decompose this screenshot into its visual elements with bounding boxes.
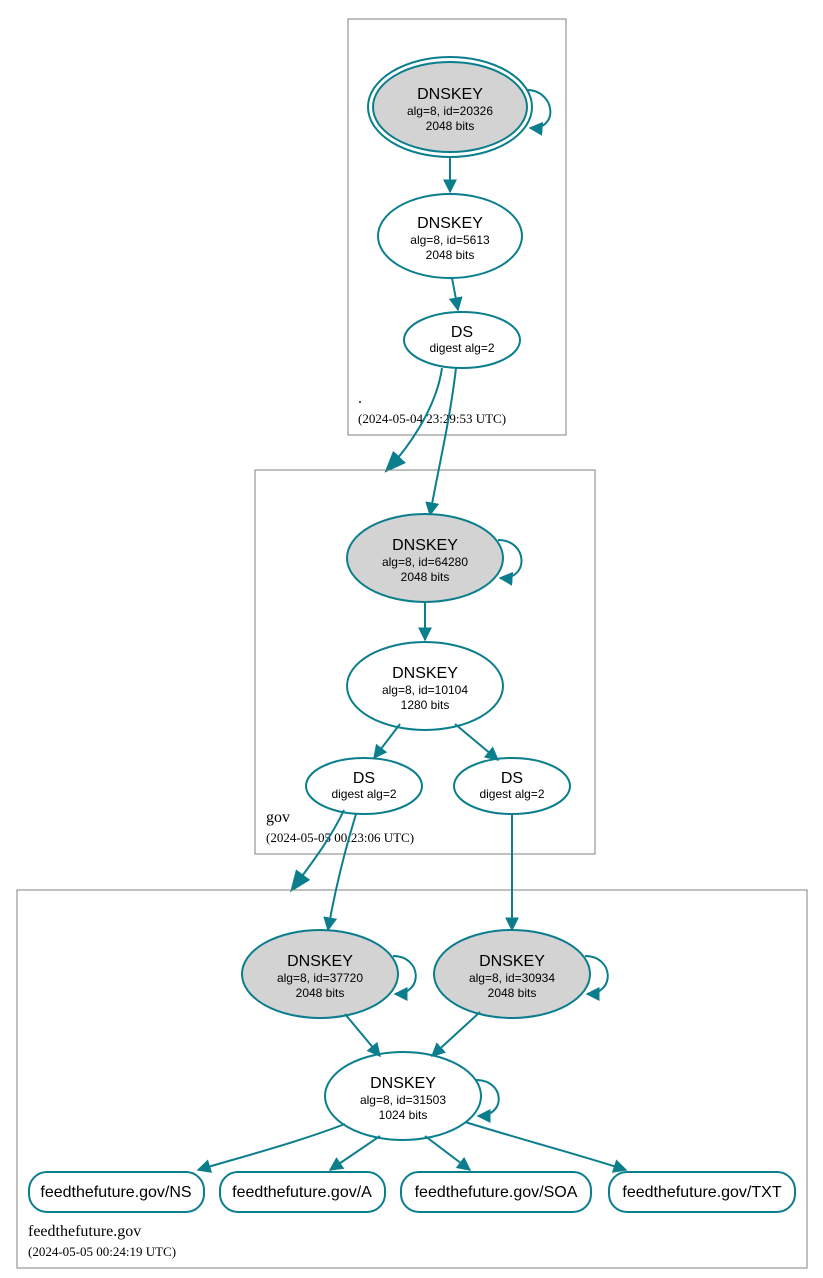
node-gov-zsk: DNSKEY alg=8, id=10104 1280 bits [347,642,503,730]
svg-text:alg=8, id=10104: alg=8, id=10104 [382,683,468,697]
node-gov-ds1: DS digest alg=2 [306,758,422,814]
svg-text:alg=8, id=31503: alg=8, id=31503 [360,1093,446,1107]
svg-text:DNSKEY: DNSKEY [287,953,353,970]
svg-text:DS: DS [501,770,523,787]
edge-root-zsk-ds [452,278,458,310]
edge-zsk-txt [465,1122,626,1170]
rr-a: feedthefuture.gov/A [220,1172,385,1212]
svg-text:alg=8, id=64280: alg=8, id=64280 [382,555,468,569]
svg-text:DS: DS [353,770,375,787]
svg-text:digest alg=2: digest alg=2 [479,787,544,801]
edge-gov-to-ftf [294,810,344,887]
svg-text:feedthefuture.gov/NS: feedthefuture.gov/NS [40,1184,191,1201]
svg-text:digest alg=2: digest alg=2 [429,341,494,355]
zone-ftf-time: (2024-05-05 00:24:19 UTC) [28,1244,176,1259]
svg-text:DS: DS [451,324,473,341]
svg-text:DNSKEY: DNSKEY [417,86,483,103]
svg-text:alg=8, id=30934: alg=8, id=30934 [469,971,555,985]
svg-text:2048 bits: 2048 bits [426,119,475,133]
edge-zsk-a [330,1136,380,1170]
node-ftf-zsk: DNSKEY alg=8, id=31503 1024 bits [325,1052,499,1140]
svg-text:2048 bits: 2048 bits [296,986,345,1000]
svg-text:2048 bits: 2048 bits [401,570,450,584]
edge-ftfksk2-zsk [432,1012,480,1056]
zone-gov-name: gov [266,809,290,826]
svg-text:feedthefuture.gov/TXT: feedthefuture.gov/TXT [622,1184,781,1201]
zone-root-time: (2024-05-04 23:29:53 UTC) [358,411,506,426]
dnssec-diagram: . (2024-05-04 23:29:53 UTC) DNSKEY alg=8… [0,0,823,1278]
svg-text:2048 bits: 2048 bits [488,986,537,1000]
edge-zsk-ns [198,1124,345,1170]
svg-text:DNSKEY: DNSKEY [392,537,458,554]
rr-soa: feedthefuture.gov/SOA [401,1172,591,1212]
edge-ftfksk1-zsk [345,1014,380,1056]
node-gov-ksk: DNSKEY alg=8, id=64280 2048 bits [347,514,522,602]
edge-govzsk-ds2 [455,724,498,760]
node-ftf-ksk2: DNSKEY alg=8, id=30934 2048 bits [434,930,608,1018]
svg-text:2048 bits: 2048 bits [426,248,475,262]
node-root-ds: DS digest alg=2 [404,312,520,368]
svg-text:alg=8, id=20326: alg=8, id=20326 [407,104,493,118]
zone-root-name: . [358,390,362,407]
svg-text:feedthefuture.gov/A: feedthefuture.gov/A [232,1184,372,1201]
node-root-ksk: DNSKEY alg=8, id=20326 2048 bits [368,57,550,157]
node-ftf-ksk1: DNSKEY alg=8, id=37720 2048 bits [242,930,416,1018]
node-gov-ds2: DS digest alg=2 [454,758,570,814]
svg-text:DNSKEY: DNSKEY [417,215,483,232]
edge-zsk-soa [425,1136,470,1170]
svg-text:feedthefuture.gov/SOA: feedthefuture.gov/SOA [415,1184,578,1201]
svg-text:digest alg=2: digest alg=2 [331,787,396,801]
rr-txt: feedthefuture.gov/TXT [609,1172,795,1212]
zone-ftf-name: feedthefuture.gov [28,1223,141,1240]
rr-ns: feedthefuture.gov/NS [29,1172,204,1212]
svg-text:DNSKEY: DNSKEY [392,665,458,682]
svg-text:DNSKEY: DNSKEY [479,953,545,970]
svg-text:1280 bits: 1280 bits [401,698,450,712]
svg-text:alg=8, id=37720: alg=8, id=37720 [277,971,363,985]
svg-text:alg=8, id=5613: alg=8, id=5613 [410,233,490,247]
node-root-zsk: DNSKEY alg=8, id=5613 2048 bits [378,194,522,278]
svg-text:1024 bits: 1024 bits [379,1108,428,1122]
edge-govzsk-ds1 [374,724,400,758]
zone-gov-time: (2024-05-05 00:23:06 UTC) [266,830,414,845]
svg-text:DNSKEY: DNSKEY [370,1075,436,1092]
edge-rootds-govksk [430,368,456,515]
